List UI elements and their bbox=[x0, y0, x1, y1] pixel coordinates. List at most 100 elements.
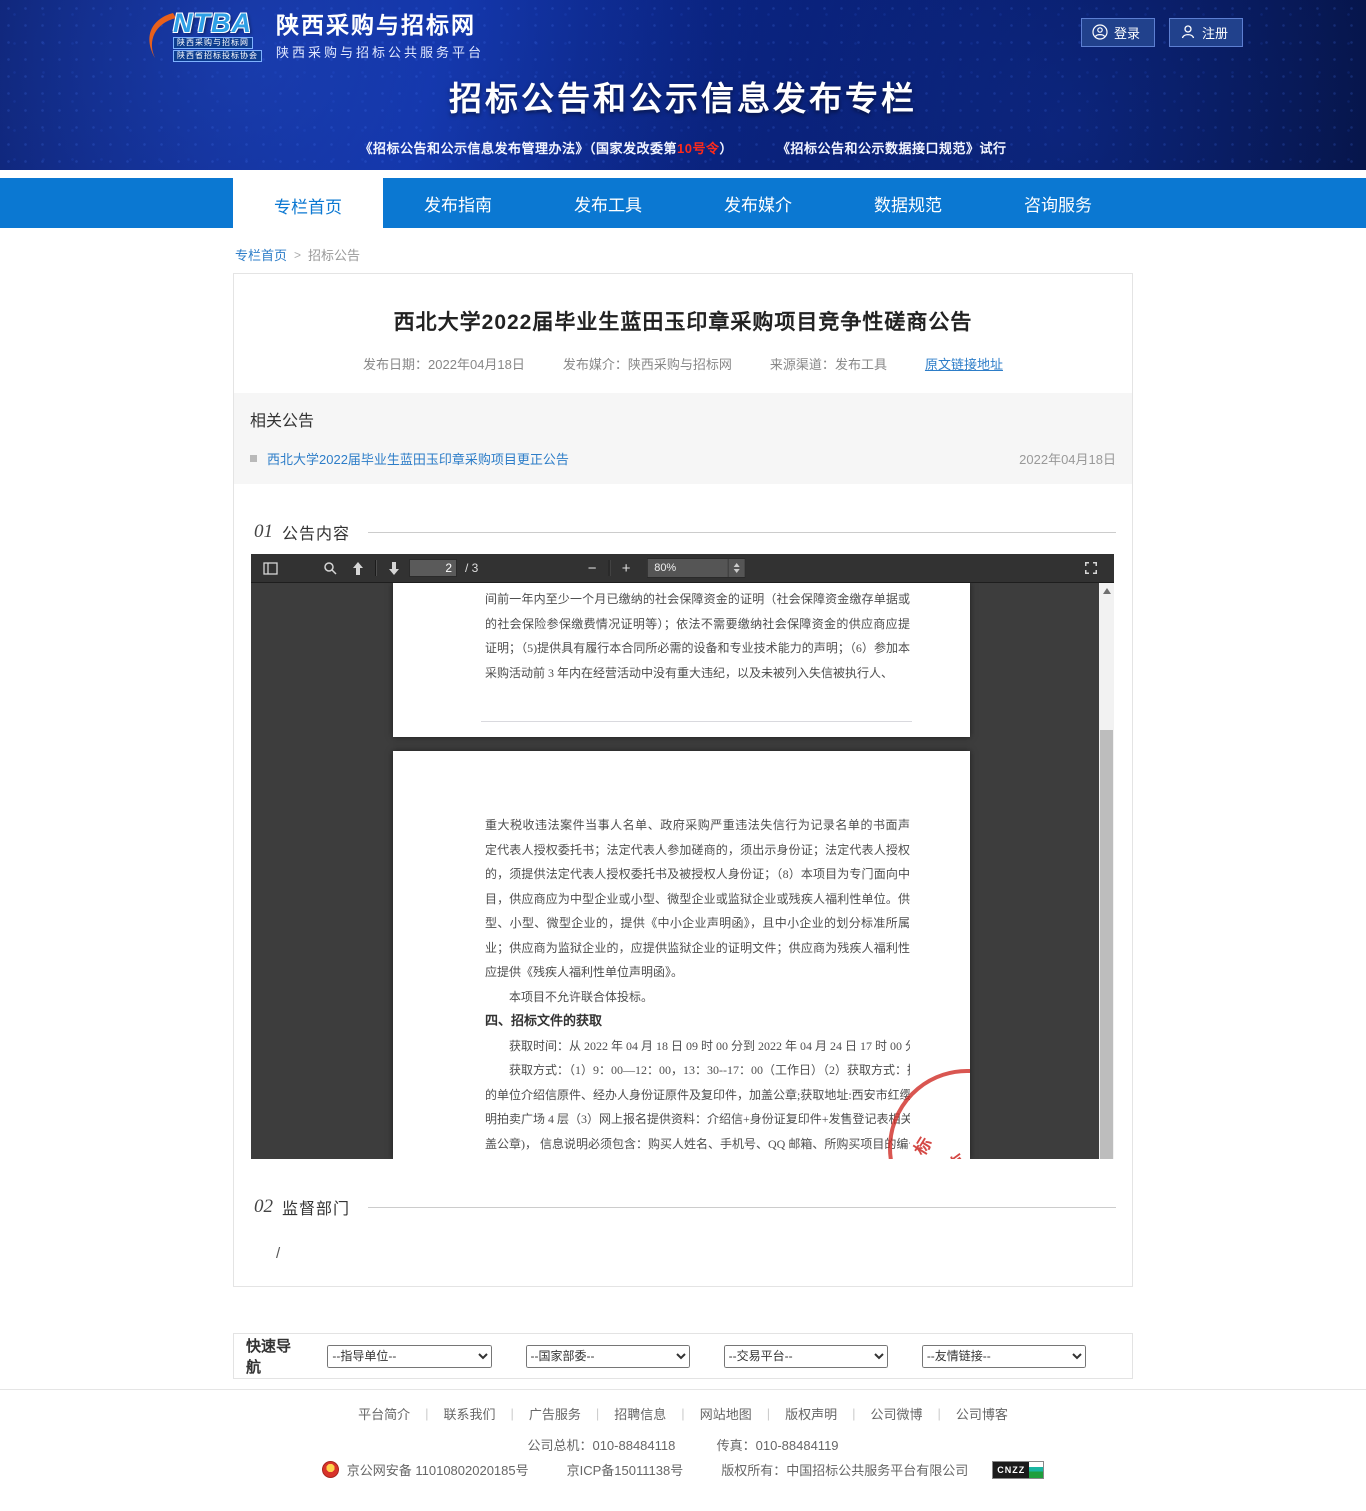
banner-note: 《招标公告和公示信息发布管理办法》（国家发改委第10号令） 《招标公告和公示数据… bbox=[123, 138, 1243, 157]
section-number: 01 bbox=[254, 521, 273, 543]
pdf-scrollbar[interactable] bbox=[1099, 583, 1114, 1159]
fax-number: 010-88484119 bbox=[756, 1438, 839, 1453]
main-navbar: 专栏首页 发布指南 发布工具 发布媒介 数据规范 咨询服务 bbox=[0, 178, 1366, 228]
scrollbar-up-arrow-icon[interactable] bbox=[1103, 588, 1111, 594]
user-circle-icon bbox=[1092, 24, 1108, 40]
quicknav-select-guidance[interactable]: --指导单位-- bbox=[327, 1345, 491, 1368]
breadcrumb-home-link[interactable]: 专栏首页 bbox=[235, 245, 287, 264]
page-up-icon[interactable] bbox=[345, 556, 371, 580]
square-bullet-icon bbox=[250, 455, 257, 462]
sidebar-toggle-icon[interactable] bbox=[257, 556, 283, 580]
breadcrumb-current: 招标公告 bbox=[308, 245, 360, 264]
page-total-label: / 3 bbox=[465, 561, 478, 575]
pdf-text-line: 间前一年内至少一个月已缴纳的社会保障资金的证明（社会保障资金缴存单据或社保机构开… bbox=[485, 587, 910, 612]
site-logo[interactable]: NTBA 陕西采购与招标网 陕西省招标投标协会 bbox=[143, 10, 262, 62]
pdf-text-line: 应提供《残疾人福利性单位声明函》。 bbox=[485, 960, 910, 985]
pdf-text-line: 的单位介绍信原件、经办人身份证原件及复印件，加盖公章;获取地址:西安市红缨路南口… bbox=[485, 1083, 910, 1108]
nav-tab-publish-guide[interactable]: 发布指南 bbox=[383, 178, 533, 228]
page-down-icon[interactable] bbox=[381, 556, 407, 580]
related-item-date: 2022年04月18日 bbox=[1019, 449, 1116, 468]
pdf-text-line: 获取时间：从 2022 年 04 月 18 日 09 时 00 分到 2022 … bbox=[485, 1034, 910, 1059]
page-number-input[interactable] bbox=[409, 559, 457, 577]
beian-icp[interactable]: 京ICP备15011138号 bbox=[567, 1460, 684, 1479]
pdf-page-1: 间前一年内至少一个月已缴纳的社会保障资金的证明（社会保障资金缴存单据或社保机构开… bbox=[393, 583, 970, 737]
quick-nav-label: 快速导航 bbox=[246, 1335, 305, 1377]
section-divider bbox=[368, 532, 1116, 533]
user-icon bbox=[1180, 24, 1196, 40]
zoom-level-select[interactable]: 80% bbox=[646, 558, 745, 578]
top-banner: NTBA 陕西采购与招标网 陕西省招标投标协会 陕西采购与招标网 陕西采购与招标… bbox=[0, 0, 1366, 170]
footer-contact: 公司总机：010-88484118 传真：010-88484119 bbox=[0, 1435, 1366, 1454]
nav-tab-consulting[interactable]: 咨询服务 bbox=[983, 178, 1133, 228]
publish-media: 发布媒介：陕西采购与招标网 bbox=[563, 354, 732, 373]
pdf-text-line: 本项目不允许联合体投标。 bbox=[485, 985, 910, 1010]
related-item-link[interactable]: 西北大学2022届毕业生蓝田玉印章采购项目更正公告 bbox=[267, 449, 569, 468]
logo-acronym: NTBA bbox=[173, 10, 252, 36]
pdf-toolbar: / 3 − + 80% bbox=[251, 554, 1114, 583]
fullscreen-icon[interactable] bbox=[1078, 556, 1104, 580]
article-title: 西北大学2022届毕业生蓝田玉印章采购项目竞争性磋商公告 bbox=[274, 306, 1092, 336]
register-button[interactable]: 注册 bbox=[1169, 18, 1243, 47]
zoom-out-icon[interactable]: − bbox=[580, 560, 604, 577]
related-title: 相关公告 bbox=[250, 407, 1116, 431]
scrollbar-thumb[interactable] bbox=[1100, 730, 1113, 1159]
footer-divider bbox=[0, 1389, 1366, 1390]
copyright-text: 版权所有：中国招标公共服务平台有限公司 bbox=[721, 1460, 968, 1479]
footer-link-blog[interactable]: 公司博客 bbox=[956, 1404, 1008, 1423]
publish-date: 发布日期：2022年04月18日 bbox=[363, 354, 525, 373]
pdf-text-line: 的，须提供法定代表人授权委托书及被授权人身份证；（8）本项目为专门面向中小企业项 bbox=[485, 862, 910, 887]
related-item: 西北大学2022届毕业生蓝田玉印章采购项目更正公告 2022年04月18日 bbox=[250, 449, 1116, 468]
pdf-text-line: 型、小型、微型企业的，提供《中小企业声明函》，且中小企业的划分标准所属行业为工 bbox=[485, 911, 910, 936]
zoom-select-caret-icon bbox=[727, 559, 744, 577]
police-badge-icon bbox=[322, 1461, 339, 1478]
section-header-supervision: 02 监督部门 bbox=[254, 1195, 1116, 1219]
related-announcements: 相关公告 西北大学2022届毕业生蓝田玉印章采购项目更正公告 2022年04月1… bbox=[234, 393, 1132, 484]
section-header-content: 01 公告内容 bbox=[254, 520, 1116, 544]
zoom-in-icon[interactable]: + bbox=[614, 560, 638, 577]
pdf-text-line: 盖公章)， 信息说明必须包含：购买人姓名、手机号、QQ 邮箱、所购买项目的编号（… bbox=[485, 1132, 910, 1157]
quicknav-select-platforms[interactable]: --交易平台-- bbox=[724, 1345, 888, 1368]
pdf-text-line: 的社会保险参保缴费情况证明等）；依法不需要缴纳社会保障资金的供应商应提供相关文件 bbox=[485, 612, 910, 637]
footer-link-contact[interactable]: 联系我们 bbox=[443, 1404, 495, 1423]
banner-note-spec: 《招标公告和公示数据接口规范》试行 bbox=[777, 138, 1007, 157]
footer-link-about[interactable]: 平台简介 bbox=[358, 1404, 410, 1423]
banner-title: 招标公告和公示信息发布专栏 bbox=[123, 72, 1243, 120]
article-meta: 发布日期：2022年04月18日 发布媒介：陕西采购与招标网 来源渠道：发布工具… bbox=[234, 354, 1132, 373]
nav-tab-publish-tools[interactable]: 发布工具 bbox=[533, 178, 683, 228]
nav-tab-publish-media[interactable]: 发布媒介 bbox=[683, 178, 833, 228]
footer-link-weibo[interactable]: 公司微博 bbox=[871, 1404, 923, 1423]
quicknav-select-ministries[interactable]: --国家部委-- bbox=[526, 1345, 690, 1368]
nav-tab-data-standards[interactable]: 数据规范 bbox=[833, 178, 983, 228]
footer-link-copyright[interactable]: 版权声明 bbox=[785, 1404, 837, 1423]
logo-chip-2: 陕西省招标投标协会 bbox=[173, 50, 262, 62]
footer-link-jobs[interactable]: 招聘信息 bbox=[614, 1404, 666, 1423]
pdf-text-line: 获取方式：（1）9：00—12：00，13：30--17：00（工作日）（2）获… bbox=[485, 1058, 910, 1083]
pdf-heading-line: 四、招标文件的获取 bbox=[485, 1009, 910, 1034]
banner-note-red: 10号令 bbox=[677, 141, 719, 156]
search-icon[interactable] bbox=[317, 556, 343, 580]
zoom-level-value: 80% bbox=[654, 562, 676, 574]
origin-link[interactable]: 原文链接地址 bbox=[925, 354, 1003, 373]
article-box: 西北大学2022届毕业生蓝田玉印章采购项目竞争性磋商公告 发布日期：2022年0… bbox=[233, 273, 1133, 1287]
footer-links: 平台简介| 联系我们| 广告服务| 招聘信息| 网站地图| 版权声明| 公司微博… bbox=[0, 1404, 1366, 1423]
banner-note-regulation: 《招标公告和公示信息发布管理办法》（国家发改委第10号令） bbox=[359, 138, 733, 157]
nav-tab-home[interactable]: 专栏首页 bbox=[233, 178, 383, 232]
footer-link-sitemap[interactable]: 网站地图 bbox=[700, 1404, 752, 1423]
pdf-text-line: 23303597910@qq.ocm)，收件地址电话及收款账户详见公告。 bbox=[485, 1156, 910, 1159]
footer-link-ads[interactable]: 广告服务 bbox=[529, 1404, 581, 1423]
pdf-page-2: 重大税收违法案件当事人名单、政府采购严重违法失信行为记录名单的书面声明；（7）法… bbox=[393, 751, 970, 1159]
page: NTBA 陕西采购与招标网 陕西省招标投标协会 陕西采购与招标网 陕西采购与招标… bbox=[0, 0, 1366, 1511]
login-button[interactable]: 登录 bbox=[1081, 18, 1155, 47]
pdf-text-line: 目，供应商应为中型企业或小型、微型企业或监狱企业或残疾人福利性单位。供应商为中 bbox=[485, 887, 910, 912]
brand-subtitle: 陕西采购与招标公共服务平台 bbox=[276, 42, 484, 61]
login-label: 登录 bbox=[1114, 23, 1140, 42]
quicknav-select-links[interactable]: --友情链接-- bbox=[922, 1345, 1086, 1368]
footer: 平台简介| 联系我们| 广告服务| 招聘信息| 网站地图| 版权声明| 公司微博… bbox=[0, 1389, 1366, 1479]
quick-navigation: 快速导航 --指导单位-- --国家部委-- --交易平台-- --友情链接-- bbox=[233, 1333, 1133, 1379]
pdf-viewer: / 3 − + 80% bbox=[251, 554, 1114, 1159]
footer-legal: 京公网安备 11010802020185号 京ICP备15011138号 版权所… bbox=[0, 1460, 1366, 1479]
cnzz-stat-badge[interactable]: CNZZ bbox=[992, 1461, 1044, 1479]
pdf-text-line: 重大税收违法案件当事人名单、政府采购严重违法失信行为记录名单的书面声明；（7）法 bbox=[485, 813, 910, 838]
pdf-document-area[interactable]: 间前一年内至少一个月已缴纳的社会保障资金的证明（社会保障资金缴存单据或社保机构开… bbox=[251, 583, 1099, 1159]
register-label: 注册 bbox=[1202, 23, 1228, 42]
